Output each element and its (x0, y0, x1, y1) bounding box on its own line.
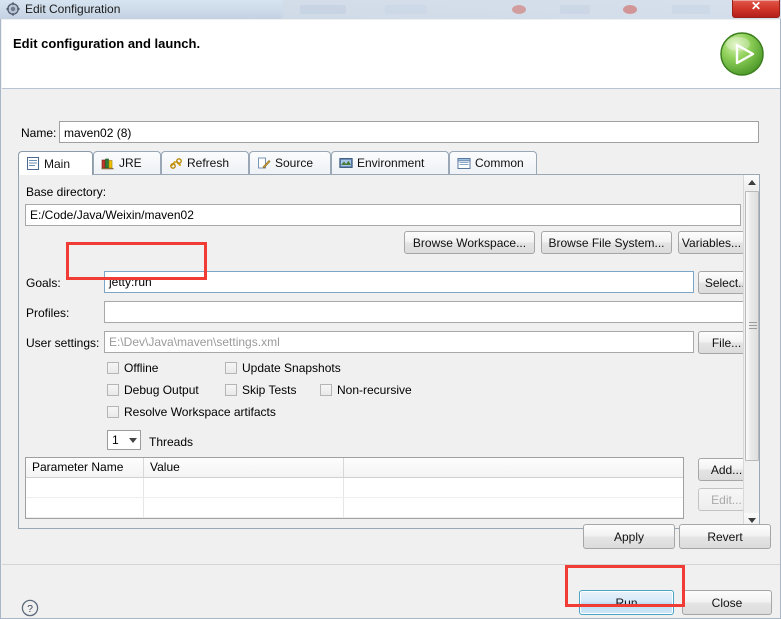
checkbox-offline-label: Offline (124, 361, 159, 375)
tab-main[interactable]: Main (18, 151, 93, 175)
checkbox-debug-output[interactable]: Debug Output (107, 383, 199, 397)
table-cell (26, 498, 144, 517)
checkbox-non-recursive-label: Non-recursive (337, 383, 412, 397)
revert-button[interactable]: Revert (679, 524, 771, 549)
svg-text:?: ? (27, 603, 33, 615)
checkbox-non-recursive[interactable]: Non-recursive (320, 383, 412, 397)
checkbox-resolve-workspace-artifacts[interactable]: Resolve Workspace artifacts (107, 405, 276, 419)
tab-strip: Main JRE Refresh Source Environment Comm… (18, 151, 760, 175)
threads-spinner[interactable]: 1 (107, 430, 141, 450)
table-cell (144, 478, 344, 497)
configuration-name-input[interactable]: maven02 (8) (59, 121, 759, 143)
table-cell (344, 498, 683, 517)
checkbox-skip-tests-label: Skip Tests (242, 383, 297, 397)
close-icon: ✕ (750, 0, 762, 13)
checkbox-box-icon (320, 384, 332, 396)
apply-button[interactable]: Apply (583, 524, 675, 549)
checkbox-debug-output-label: Debug Output (124, 383, 199, 397)
refresh-link-icon (169, 157, 183, 170)
table-row[interactable] (26, 498, 683, 518)
jre-library-icon (101, 157, 115, 170)
scroll-up-arrow-icon[interactable] (744, 175, 759, 190)
title-bar-ghost-1 (300, 5, 346, 14)
goals-label: Goals: (26, 276, 61, 290)
checkbox-box-icon (107, 406, 119, 418)
footer-divider (2, 564, 780, 565)
window-icon (6, 2, 20, 16)
close-button[interactable]: Close (682, 590, 772, 615)
table-cell (144, 498, 344, 517)
title-bar-ghost-2 (385, 5, 427, 14)
checkbox-skip-tests[interactable]: Skip Tests (225, 383, 296, 397)
source-pencil-icon (257, 157, 271, 170)
column-header-value: Value (144, 458, 344, 477)
scrollbar-thumb[interactable] (745, 191, 759, 461)
window-close-button[interactable]: ✕ (732, 0, 780, 18)
scrollbar-grip-icon (749, 322, 757, 330)
profiles-label: Profiles: (26, 306, 70, 320)
base-directory-label: Base directory: (26, 185, 107, 199)
chevron-down-icon[interactable] (129, 438, 137, 443)
title-bar-ghost-4 (560, 5, 590, 14)
table-row[interactable] (26, 478, 683, 498)
tab-environment[interactable]: Environment (331, 151, 449, 174)
tab-jre-label: JRE (119, 156, 142, 170)
help-question-icon[interactable]: ? (21, 599, 39, 617)
parameter-table[interactable]: Parameter Name Value (25, 457, 684, 519)
user-settings-label: User settings: (26, 336, 100, 350)
main-tab-panel: Base directory: E:/Code/Java/Weixin/mave… (18, 174, 760, 529)
tab-environment-label: Environment (357, 156, 425, 170)
title-bar-ghost-5 (623, 5, 637, 14)
banner-heading: Edit configuration and launch. (13, 36, 201, 51)
window-title-bar: Edit Configuration ✕ (0, 0, 781, 19)
dialog-banner: Edit configuration and launch. (2, 20, 780, 89)
environment-screen-icon (339, 157, 353, 170)
main-document-icon (26, 157, 40, 170)
tab-refresh-label: Refresh (187, 156, 230, 170)
variables-button[interactable]: Variables... (678, 231, 745, 254)
base-directory-input[interactable]: E:/Code/Java/Weixin/maven02 (25, 204, 741, 226)
run-button[interactable]: Run (579, 590, 674, 615)
column-header-parameter-name: Parameter Name (26, 458, 144, 477)
tab-main-label: Main (44, 156, 71, 171)
title-bar-ghost-6 (672, 5, 710, 14)
parameter-table-body (26, 478, 683, 518)
name-label: Name: (21, 126, 57, 140)
edit-configuration-dialog: Edit Configuration ✕ Edit configuration … (0, 0, 781, 619)
checkbox-offline[interactable]: Offline (107, 361, 158, 375)
checkbox-box-icon (107, 362, 119, 374)
column-header-spacer (344, 458, 683, 477)
checkbox-box-icon (225, 384, 237, 396)
checkbox-box-icon (225, 362, 237, 374)
browse-workspace-button[interactable]: Browse Workspace... (404, 231, 535, 254)
tab-jre[interactable]: JRE (93, 151, 161, 174)
user-settings-input[interactable]: E:\Dev\Java\maven\settings.xml (104, 331, 694, 353)
common-window-icon (457, 157, 471, 170)
threads-label: Threads (149, 435, 194, 449)
main-panel-scrollbar[interactable] (743, 175, 759, 528)
tab-common-label: Common (475, 156, 524, 170)
checkbox-update-snapshots[interactable]: Update Snapshots (225, 361, 341, 375)
threads-value: 1 (112, 433, 119, 447)
table-cell (344, 478, 683, 497)
browse-file-system-button[interactable]: Browse File System... (541, 231, 672, 254)
checkbox-update-snapshots-label: Update Snapshots (242, 361, 341, 375)
tab-refresh[interactable]: Refresh (161, 151, 249, 174)
goals-input[interactable]: jetty:run (104, 271, 694, 293)
profiles-input[interactable] (104, 301, 755, 323)
tab-source-label: Source (275, 156, 314, 170)
checkbox-box-icon (107, 384, 119, 396)
tab-common[interactable]: Common (449, 151, 537, 174)
parameter-table-header: Parameter Name Value (26, 458, 683, 478)
table-cell (26, 478, 144, 497)
tab-source[interactable]: Source (249, 151, 331, 174)
title-bar-ghost-3 (512, 5, 526, 14)
dialog-body: Edit configuration and launch. Name: mav… (0, 19, 781, 619)
window-title: Edit Configuration (25, 2, 121, 16)
run-play-icon (718, 30, 766, 78)
checkbox-resolve-workspace-artifacts-label: Resolve Workspace artifacts (124, 405, 276, 419)
